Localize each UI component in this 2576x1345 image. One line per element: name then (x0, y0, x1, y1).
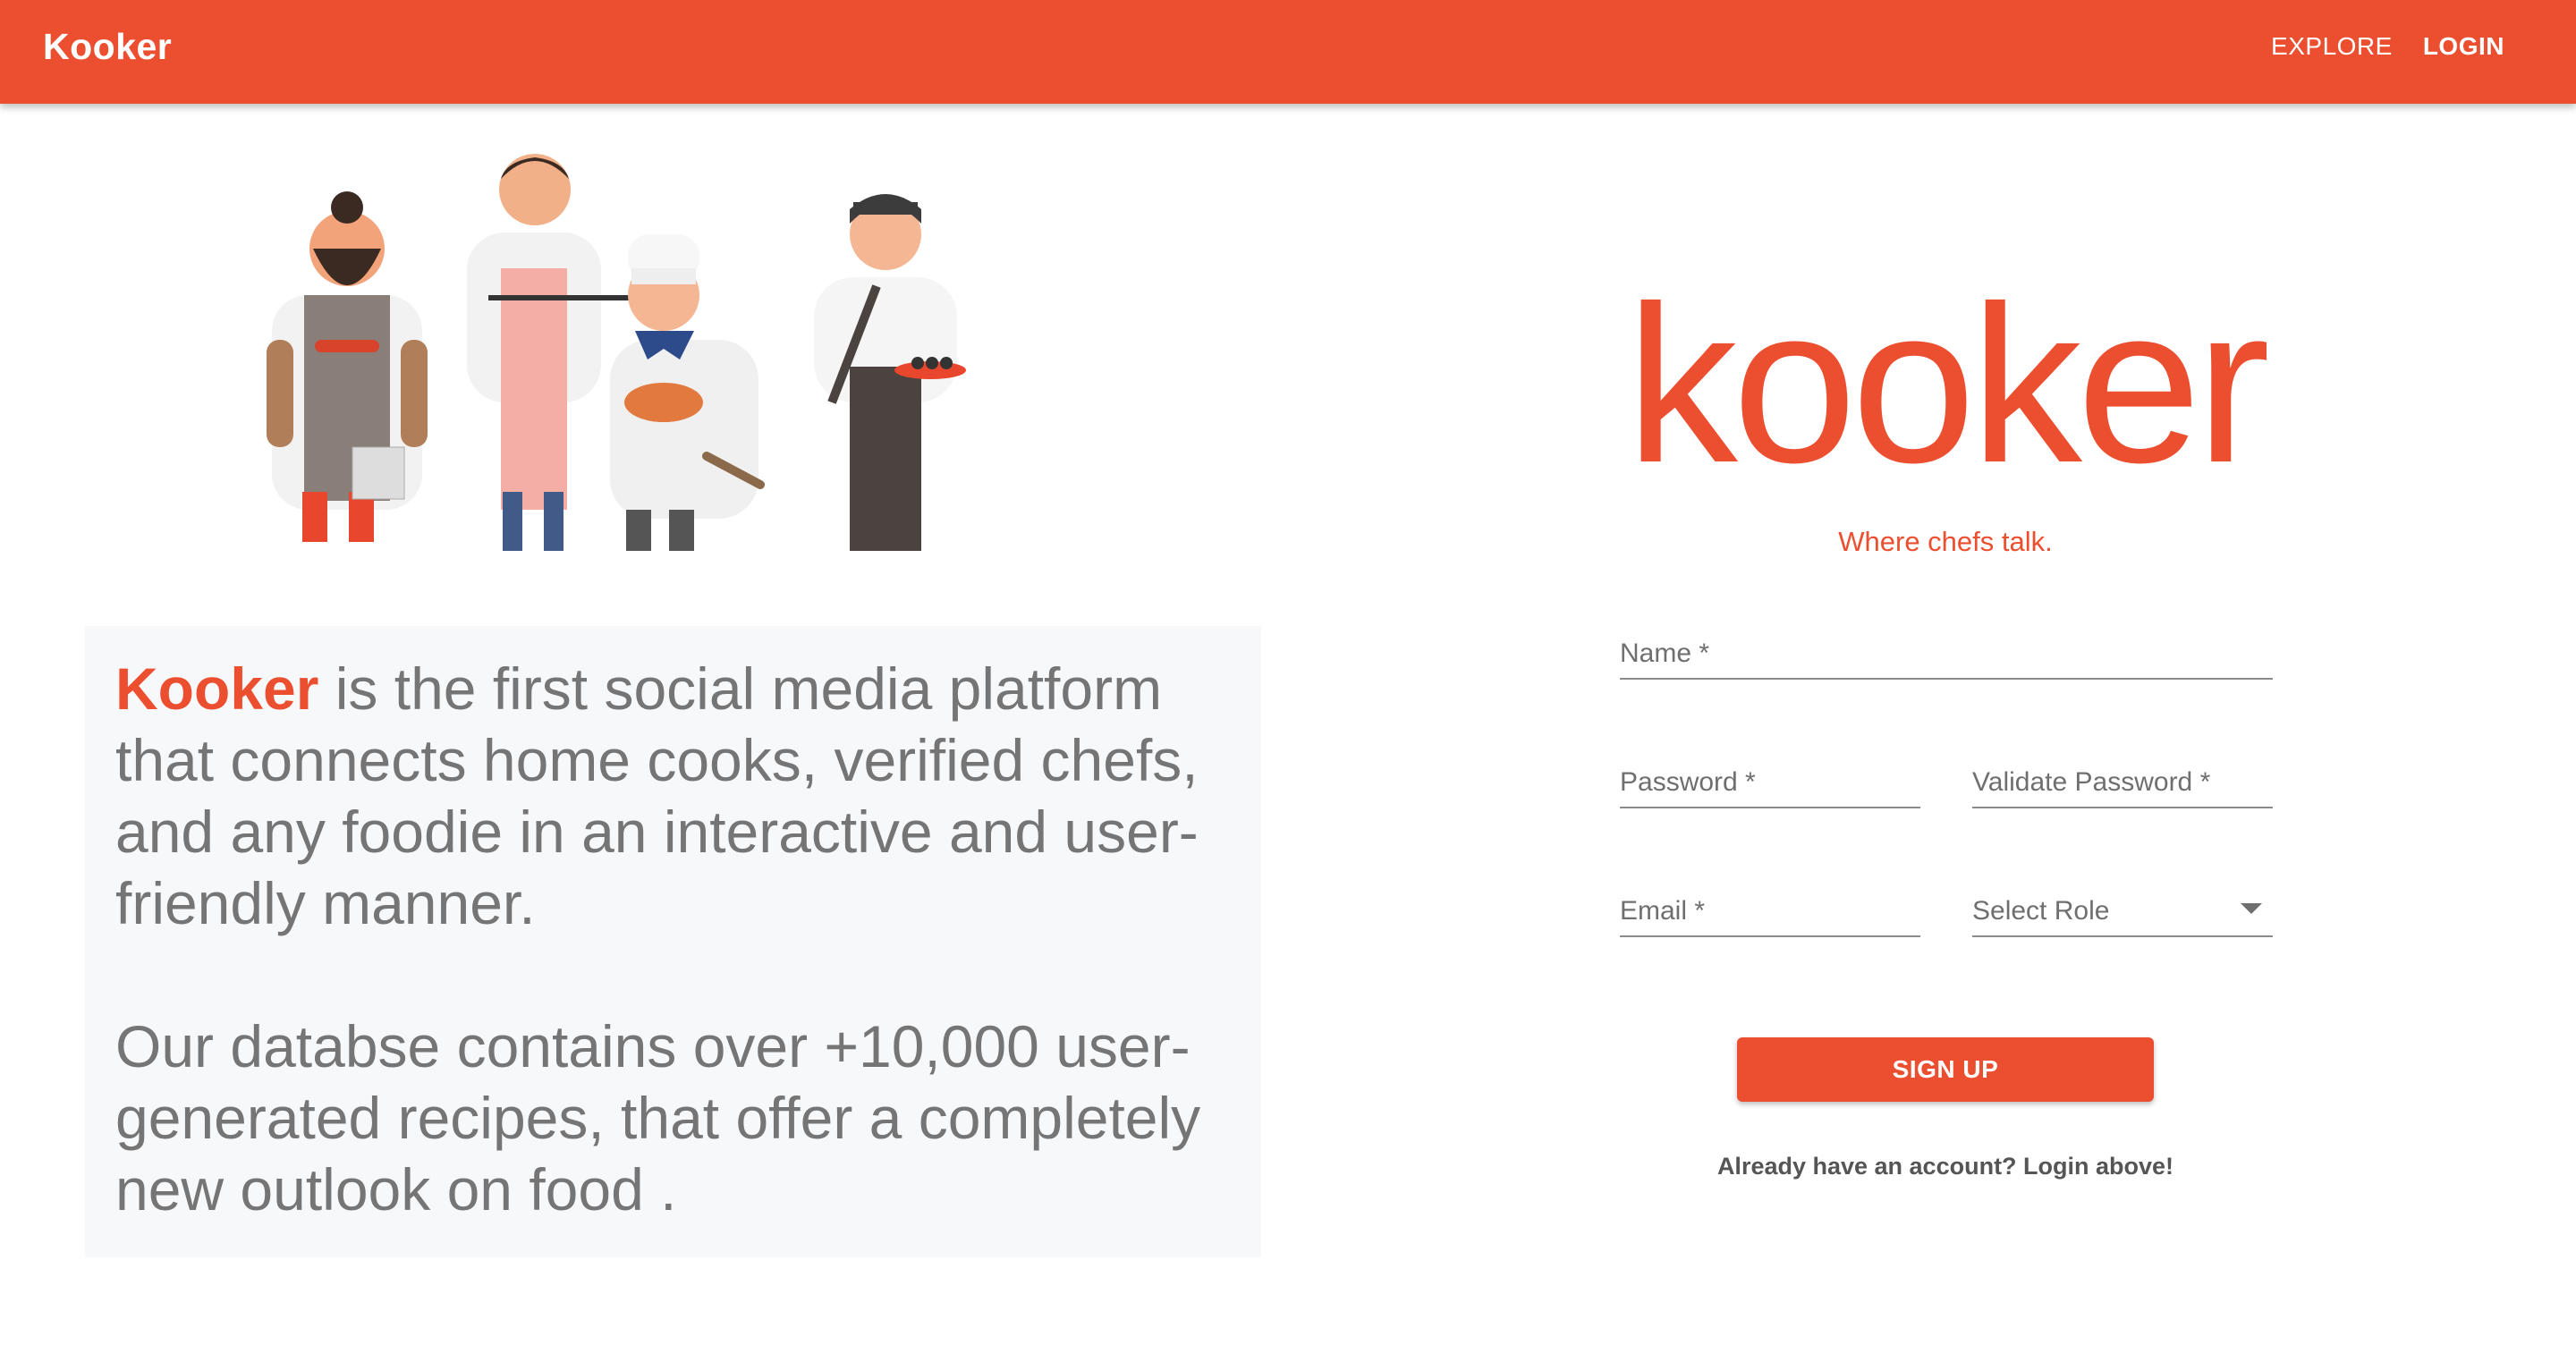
validate-password-field-label: Validate Password * (1972, 767, 2211, 797)
signup-button[interactable]: SIGN UP (1737, 1037, 2154, 1102)
chefs-illustration (259, 134, 1011, 554)
description-paragraph-1: Kooker is the first social media platfor… (115, 653, 1231, 939)
role-select-label: Select Role (1972, 896, 2110, 926)
password-field[interactable]: Password * (1620, 751, 1920, 808)
role-select[interactable]: Select Role (1972, 880, 2273, 937)
validate-password-field[interactable]: Validate Password * (1972, 751, 2273, 808)
explore-link[interactable]: EXPLORE (2271, 21, 2393, 72)
chevron-down-icon[interactable] (2241, 903, 2262, 914)
chefs-illustration-svg (267, 154, 966, 551)
sushi-chef-figure (814, 194, 966, 551)
app-bar: Kooker EXPLORE LOGIN (0, 0, 2576, 104)
tagline: Where chefs talk. (1838, 526, 2053, 557)
password-field-label: Password * (1620, 767, 1756, 797)
name-field-label: Name * (1620, 639, 1710, 668)
platform-description: Kooker is the first social media platfor… (85, 626, 1261, 1257)
description-paragraph-2: Our databse contains over +10,000 user-g… (115, 1013, 1201, 1222)
name-field[interactable]: Name * (1620, 622, 2273, 680)
bearded-griller-figure (267, 191, 428, 542)
login-link[interactable]: LOGIN (2423, 21, 2504, 72)
brand-title[interactable]: Kooker (43, 21, 172, 72)
kooker-logo: kooker (1625, 259, 2270, 509)
brand-highlight: Kooker (115, 656, 319, 722)
email-field[interactable]: Email * (1620, 880, 1920, 937)
waiter-figure (467, 154, 631, 551)
login-hint: Already have an account? Login above! (1716, 1153, 2174, 1180)
email-field-label: Email * (1620, 896, 1706, 926)
top-nav: EXPLORE LOGIN (2271, 21, 2504, 72)
baker-chef-figure (610, 234, 765, 551)
